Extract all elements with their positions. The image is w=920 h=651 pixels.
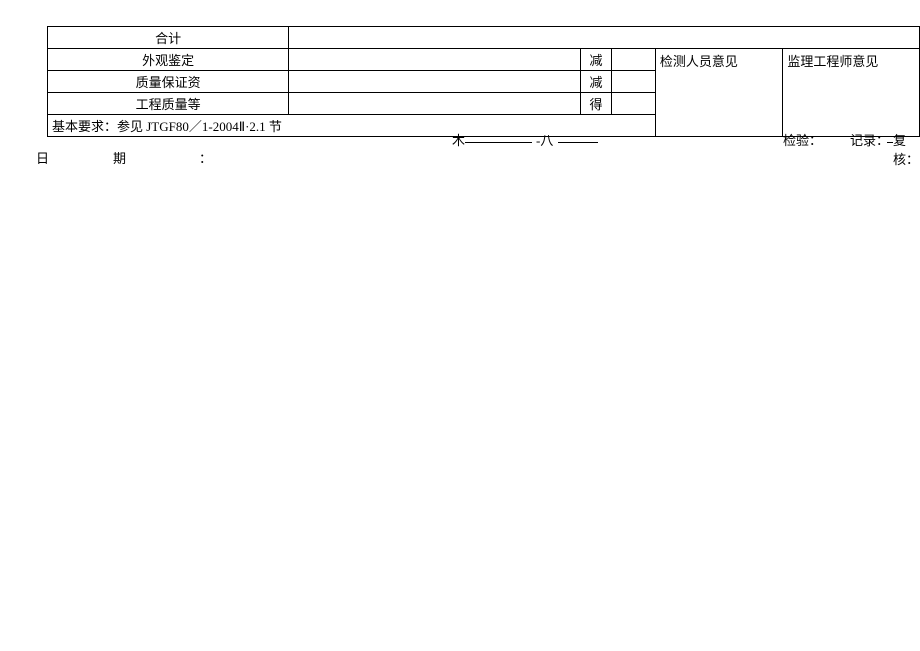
total-value-cell-2 — [581, 27, 920, 49]
appearance-value — [289, 49, 581, 71]
project-quality-score-label: 得 — [581, 93, 612, 115]
wood-text: 木 — [452, 130, 465, 149]
underline-2 — [558, 130, 598, 143]
inspector-opinion-cell: 检测人员意见 — [655, 49, 783, 137]
project-quality-value — [289, 93, 581, 115]
quality-assurance-label: 质量保证资 — [48, 71, 289, 93]
total-label-cell: 合计 — [48, 27, 289, 49]
project-quality-score-value — [611, 93, 655, 115]
quality-assurance-deduct-value — [611, 71, 655, 93]
supervisor-opinion-cell: 监理工程师意见 — [783, 49, 920, 137]
date-colon: ： — [199, 148, 212, 167]
underline-1 — [465, 130, 532, 143]
quality-assurance-deduct-label: 减 — [581, 71, 612, 93]
total-value-cell-1 — [289, 27, 581, 49]
dash-text: -八 — [536, 130, 553, 149]
inspection-table: 合计 外观鉴定 减 检测人员意见 监理工程师意见 质量保证资 减 工程质量等 得… — [47, 26, 920, 137]
inspect-label: 检验： — [783, 130, 822, 149]
date-qi: 期 — [113, 148, 126, 167]
appearance-deduct-value — [611, 49, 655, 71]
record-label: 记录： — [850, 130, 889, 149]
appearance-label: 外观鉴定 — [48, 49, 289, 71]
quality-assurance-value — [289, 71, 581, 93]
project-quality-label: 工程质量等 — [48, 93, 289, 115]
appearance-deduct-label: 减 — [581, 49, 612, 71]
review-label: 复核： — [893, 130, 920, 168]
date-ri: 日 — [36, 148, 49, 167]
